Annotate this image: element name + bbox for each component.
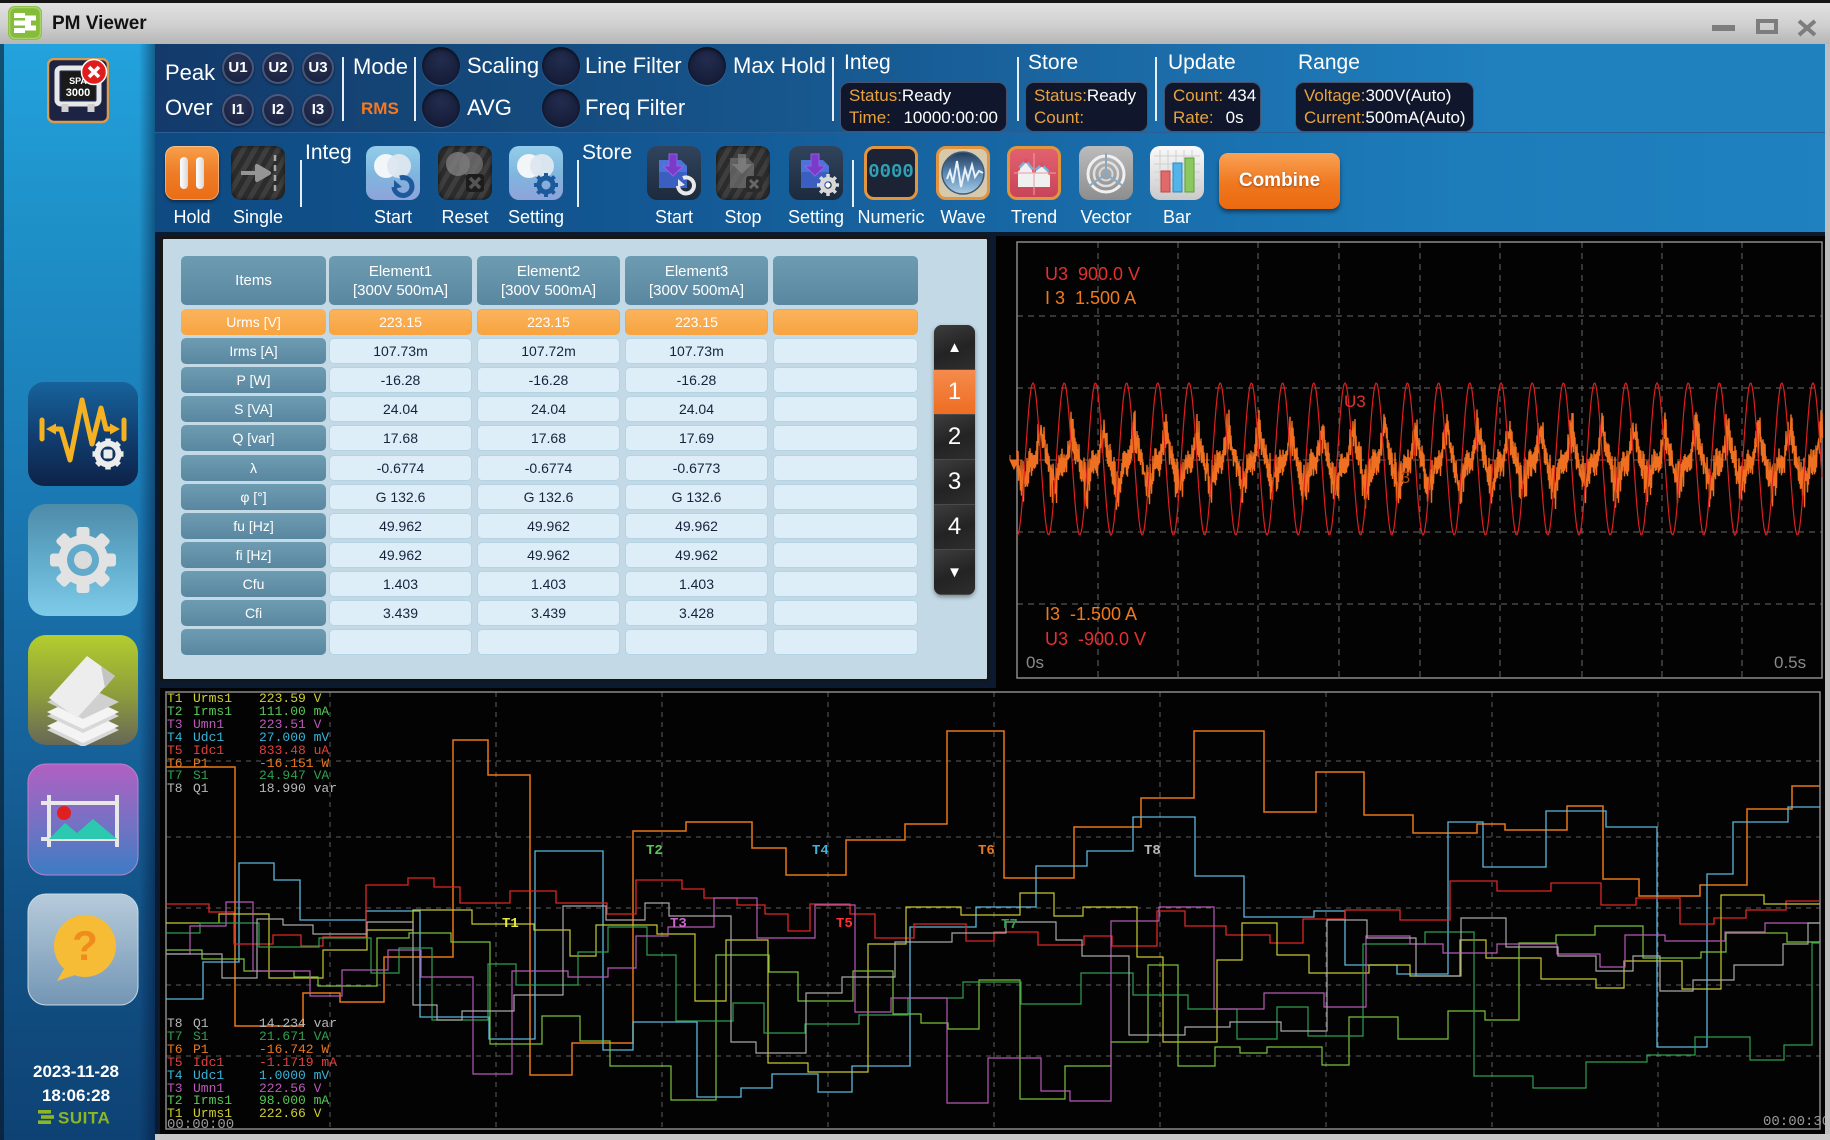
svg-text:?: ? xyxy=(72,922,98,969)
svg-text:3000: 3000 xyxy=(66,87,90,99)
svg-text:SUITA: SUITA xyxy=(58,1109,110,1128)
